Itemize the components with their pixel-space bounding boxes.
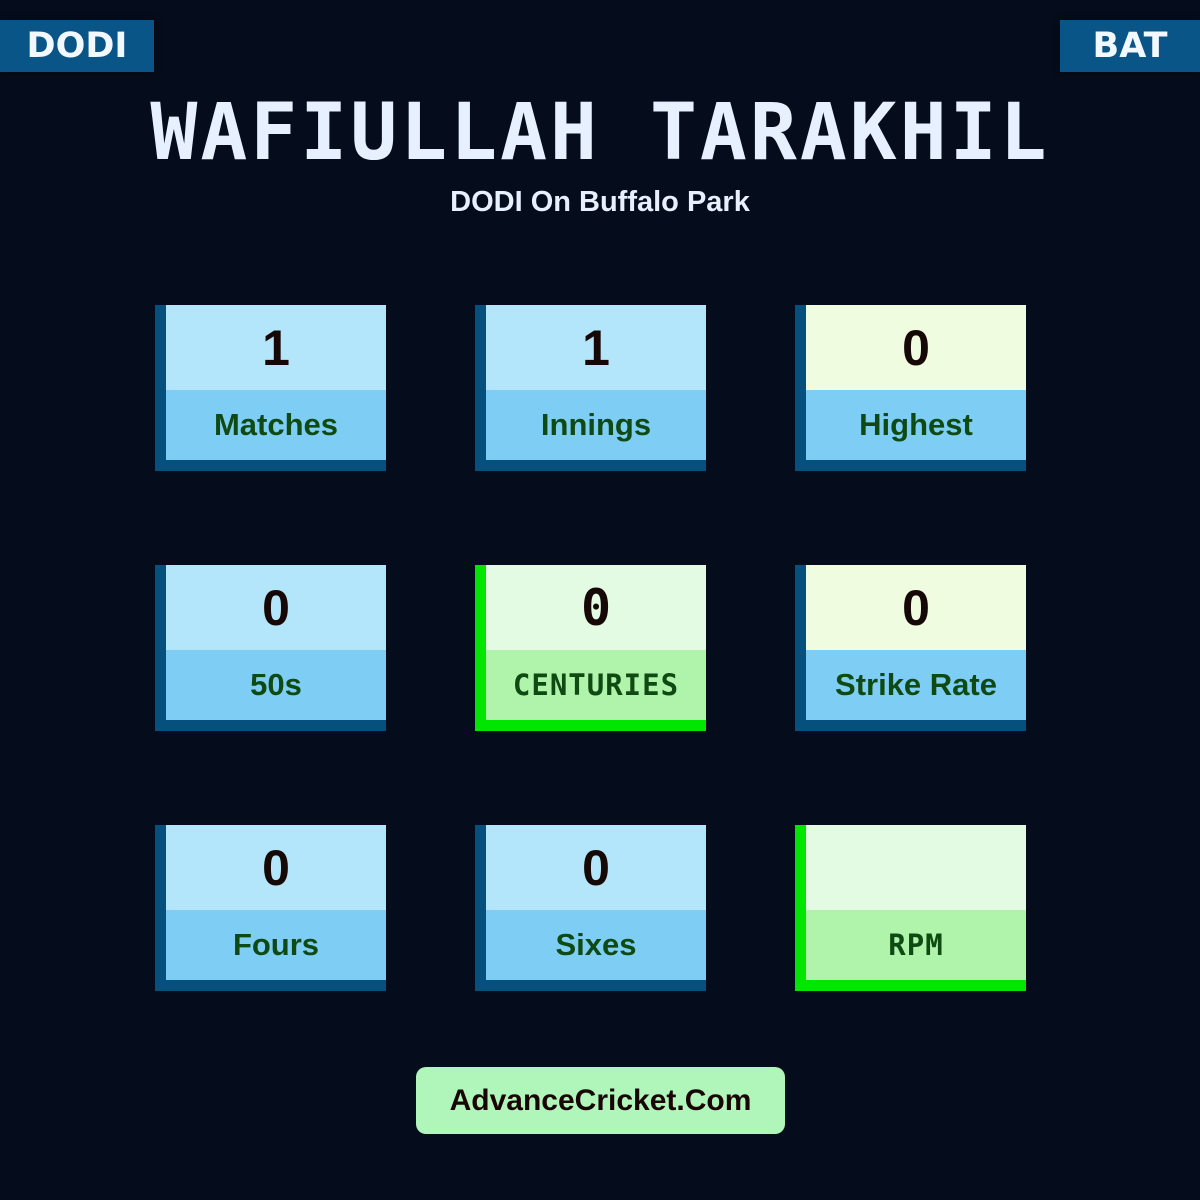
stat-value [806, 825, 1026, 910]
stat-card-sixes: 0 Sixes [475, 825, 706, 991]
stat-value: 0 [166, 565, 386, 650]
site-link-button[interactable]: AdvanceCricket.Com [416, 1067, 785, 1134]
subtitle: DODI On Buffalo Park [450, 186, 750, 218]
stat-card-highest: 0 Highest [795, 305, 1026, 471]
stat-card-matches: 1 Matches [155, 305, 386, 471]
role-tag: BAT [1060, 20, 1200, 72]
player-name: WAFIULLAH TARAKHIL [150, 88, 1050, 178]
stat-card-strike-rate: 0 Strike Rate [795, 565, 1026, 731]
stat-card-centuries: 0 CENTURIES [475, 565, 706, 731]
stat-label: Matches [166, 390, 386, 460]
stat-card-fours: 0 Fours [155, 825, 386, 991]
stat-value: 0 [486, 825, 706, 910]
stat-label: Sixes [486, 910, 706, 980]
stat-value: 1 [486, 305, 706, 390]
stat-label: CENTURIES [486, 650, 706, 720]
stat-card-50s: 0 50s [155, 565, 386, 731]
stat-label: Highest [806, 390, 1026, 460]
stat-card-innings: 1 Innings [475, 305, 706, 471]
stat-label: 50s [166, 650, 386, 720]
stat-label: Fours [166, 910, 386, 980]
stat-label: RPM [806, 910, 1026, 980]
stat-value: 0 [806, 565, 1026, 650]
format-tag: DODI [0, 20, 154, 72]
stat-value: 0 [806, 305, 1026, 390]
stat-card-rpm: RPM [795, 825, 1026, 991]
stat-value: 1 [166, 305, 386, 390]
stat-label: Innings [486, 390, 706, 460]
stat-value: 0 [486, 565, 706, 650]
stat-value: 0 [166, 825, 386, 910]
stat-label: Strike Rate [806, 650, 1026, 720]
